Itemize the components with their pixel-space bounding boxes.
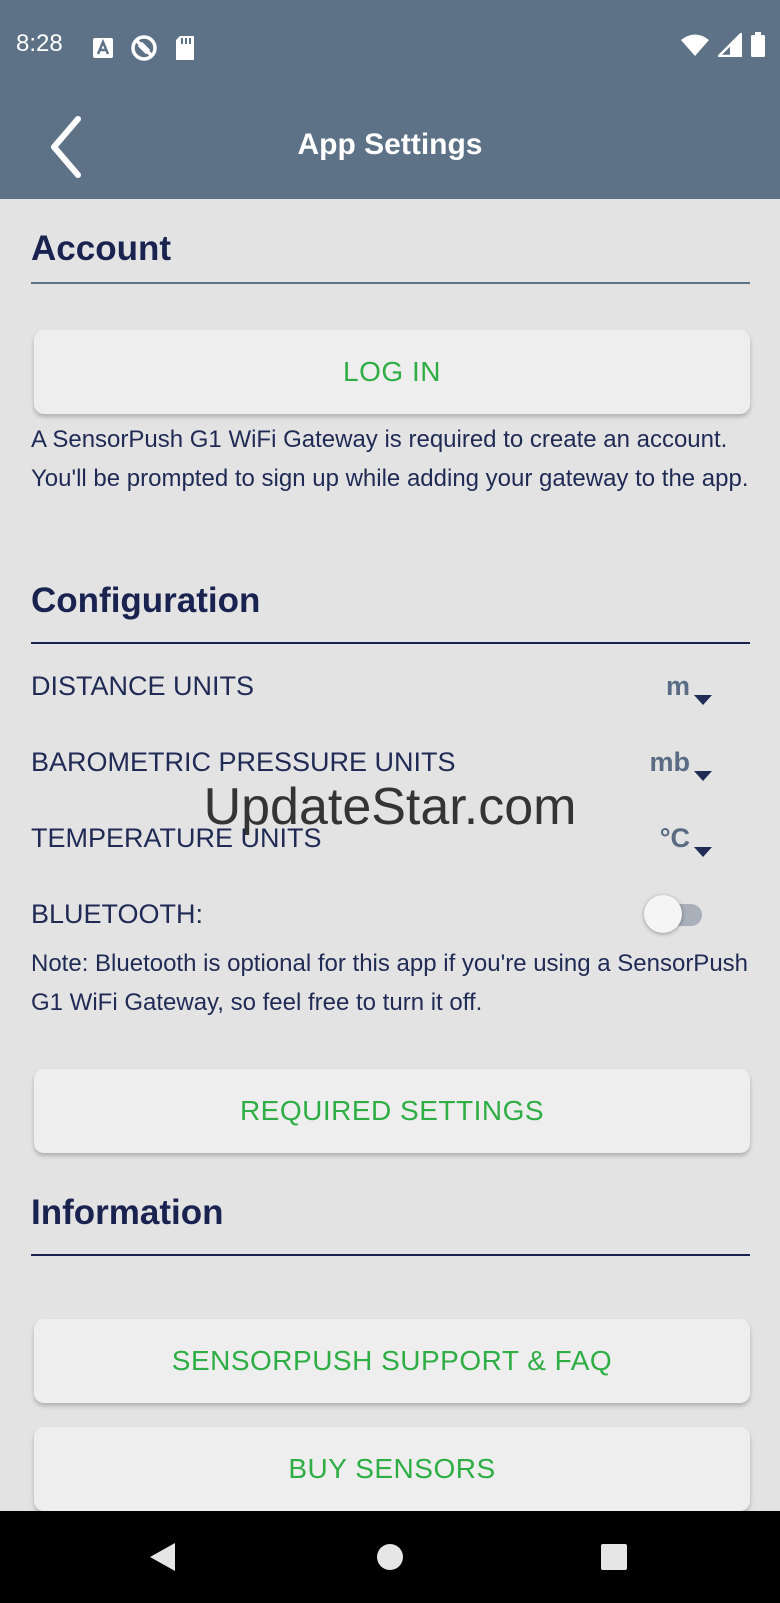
app-bar: App Settings: [0, 96, 780, 199]
temperature-dropdown-arrow-icon: [694, 847, 712, 857]
nav-recents-button[interactable]: [586, 1531, 642, 1583]
status-bar: 8:28: [0, 0, 780, 96]
nav-back-button[interactable]: [134, 1531, 190, 1583]
information-divider: [31, 1254, 750, 1256]
nav-home-button[interactable]: [362, 1531, 418, 1583]
bluetooth-note: Note: Bluetooth is optional for this app…: [31, 950, 749, 1016]
status-icons-left: [92, 34, 196, 67]
wifi-icon: [680, 33, 710, 62]
bluetooth-label: BLUETOOTH:: [31, 899, 204, 929]
nav-recents-icon: [601, 1544, 627, 1570]
account-section-title: Account: [31, 229, 171, 268]
sd-card-icon: [174, 35, 196, 66]
pressure-units-value: mb: [649, 747, 691, 777]
pressure-units-label: BAROMETRIC PRESSURE UNITS: [31, 747, 456, 777]
account-divider: [31, 282, 750, 284]
settings-content[interactable]: Account LOG IN A SensorPush G1 WiFi Gate…: [0, 199, 780, 1511]
required-settings-button[interactable]: REQUIRED SETTINGS: [34, 1069, 750, 1153]
information-section-title: Information: [31, 1193, 224, 1232]
distance-units-label: DISTANCE UNITS: [31, 671, 255, 701]
blocked-icon: [130, 34, 158, 67]
account-note: A SensorPush G1 WiFi Gateway is required…: [31, 426, 749, 492]
nav-back-icon: [150, 1543, 175, 1571]
support-faq-button[interactable]: SENSORPUSH SUPPORT & FAQ: [34, 1319, 750, 1403]
a-notification-icon: [92, 37, 114, 64]
bluetooth-toggle-thumb: [644, 895, 682, 933]
distance-units-value: m: [665, 671, 690, 701]
configuration-divider: [31, 642, 750, 644]
watermark: UpdateStar.com: [203, 778, 577, 836]
status-icons-right: [680, 30, 766, 63]
buy-sensors-button[interactable]: BUY SENSORS: [34, 1427, 750, 1511]
nav-home-icon: [377, 1544, 403, 1570]
distance-dropdown-arrow-icon: [694, 695, 712, 705]
signal-icon: [715, 30, 743, 62]
bluetooth-toggle[interactable]: [644, 893, 706, 935]
battery-icon: [750, 32, 766, 63]
login-button[interactable]: LOG IN: [34, 330, 750, 414]
distance-units-dropdown[interactable]: m: [570, 659, 740, 713]
status-time: 8:28: [16, 30, 63, 57]
page-title: App Settings: [297, 128, 483, 161]
configuration-section-title: Configuration: [31, 581, 261, 620]
system-nav-bar: [0, 1511, 780, 1603]
